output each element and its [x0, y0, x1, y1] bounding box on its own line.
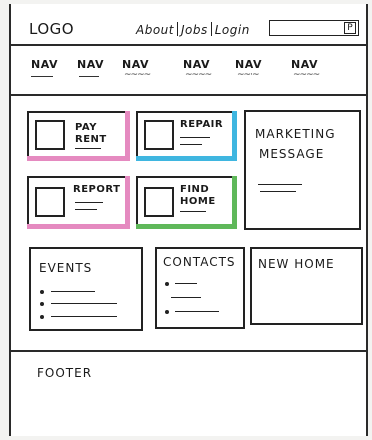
tile-title-line: HOME — [180, 196, 216, 207]
tile-text-line — [180, 137, 210, 138]
marketing-text-line — [260, 191, 296, 192]
logo[interactable]: LOGO — [29, 20, 74, 38]
tile-color-stripe — [136, 224, 234, 229]
list-line — [175, 311, 219, 312]
tile-title: PAY RENT — [75, 122, 107, 146]
tile-title-line: PAY — [75, 122, 97, 133]
list-bullet — [40, 315, 44, 319]
new-home-title: NEW HOME — [258, 257, 335, 271]
events-panel[interactable]: EVENTS — [29, 247, 143, 331]
tile-text-line — [75, 202, 103, 203]
nav-scribble: ~~~~ — [293, 70, 320, 80]
link-divider — [176, 22, 178, 36]
nav-scribble: ~~~~ — [124, 70, 151, 80]
tile-title-line: RENT — [75, 134, 107, 145]
header: LOGO About Jobs Login P — [11, 4, 366, 46]
marketing-line: MESSAGE — [259, 147, 325, 161]
marketing-message-title: MARKETING MESSAGE — [255, 124, 336, 164]
tile-color-stripe — [27, 224, 127, 229]
list-bullet — [165, 282, 169, 286]
wireframe-page: LOGO About Jobs Login P NAV NAV NAV ~~~~ N… — [9, 4, 368, 436]
tile-text-line — [180, 144, 202, 145]
tile-title: REPORT — [73, 184, 121, 195]
footer-divider — [11, 350, 366, 352]
list-line — [51, 291, 95, 292]
list-bullet — [40, 302, 44, 306]
events-title: EVENTS — [39, 261, 93, 275]
tile-image-placeholder — [144, 120, 174, 150]
link-divider — [210, 22, 212, 36]
tile-title: FIND HOME — [180, 184, 216, 208]
find-home-tile[interactable]: FIND HOME — [136, 176, 237, 229]
tile-title: REPAIR — [180, 119, 224, 130]
nav-underline — [79, 76, 99, 77]
repair-tile[interactable]: REPAIR — [136, 111, 237, 161]
nav-scribble: ~~·~ — [237, 70, 260, 80]
tile-title-line: FIND — [180, 184, 210, 195]
tile-color-stripe — [125, 176, 130, 229]
list-bullet — [165, 310, 169, 314]
nav-divider — [11, 94, 366, 96]
search-input[interactable]: P — [269, 20, 359, 36]
tile-color-stripe — [136, 156, 234, 161]
header-divider — [11, 44, 366, 46]
search-button[interactable]: P — [344, 22, 356, 34]
jobs-link[interactable]: Jobs — [181, 23, 208, 37]
marketing-message-panel[interactable]: MARKETING MESSAGE — [244, 110, 361, 230]
nav-item-2[interactable]: NAV — [77, 58, 104, 71]
top-links: About Jobs Login — [136, 22, 250, 37]
tile-text-line — [75, 148, 101, 149]
tile-color-stripe — [27, 156, 127, 161]
nav-underline — [31, 76, 53, 77]
nav-scribble: ~~~~ — [185, 70, 212, 80]
marketing-line: MARKETING — [255, 127, 336, 141]
tile-color-stripe — [125, 111, 130, 161]
tile-image-placeholder — [144, 187, 174, 217]
tile-image-placeholder — [35, 187, 65, 217]
new-home-panel[interactable]: NEW HOME — [250, 247, 363, 325]
tile-text-line — [75, 209, 97, 210]
about-link[interactable]: About — [136, 23, 174, 37]
list-line — [171, 297, 201, 298]
login-link[interactable]: Login — [215, 23, 250, 37]
nav-item-1[interactable]: NAV — [31, 58, 58, 71]
list-line — [51, 316, 117, 317]
list-line — [51, 303, 117, 304]
pay-rent-tile[interactable]: PAY RENT — [27, 111, 130, 161]
tile-image-placeholder — [35, 120, 65, 150]
list-line — [175, 283, 197, 284]
report-tile[interactable]: REPORT — [27, 176, 130, 229]
tile-text-line — [180, 211, 206, 212]
footer: FOOTER — [37, 366, 93, 380]
list-bullet — [40, 290, 44, 294]
marketing-text-line — [258, 184, 302, 185]
contacts-title: CONTACTS — [163, 255, 236, 269]
tile-color-stripe — [232, 176, 237, 229]
contacts-panel[interactable]: CONTACTS — [155, 247, 245, 329]
tile-color-stripe — [232, 111, 237, 161]
